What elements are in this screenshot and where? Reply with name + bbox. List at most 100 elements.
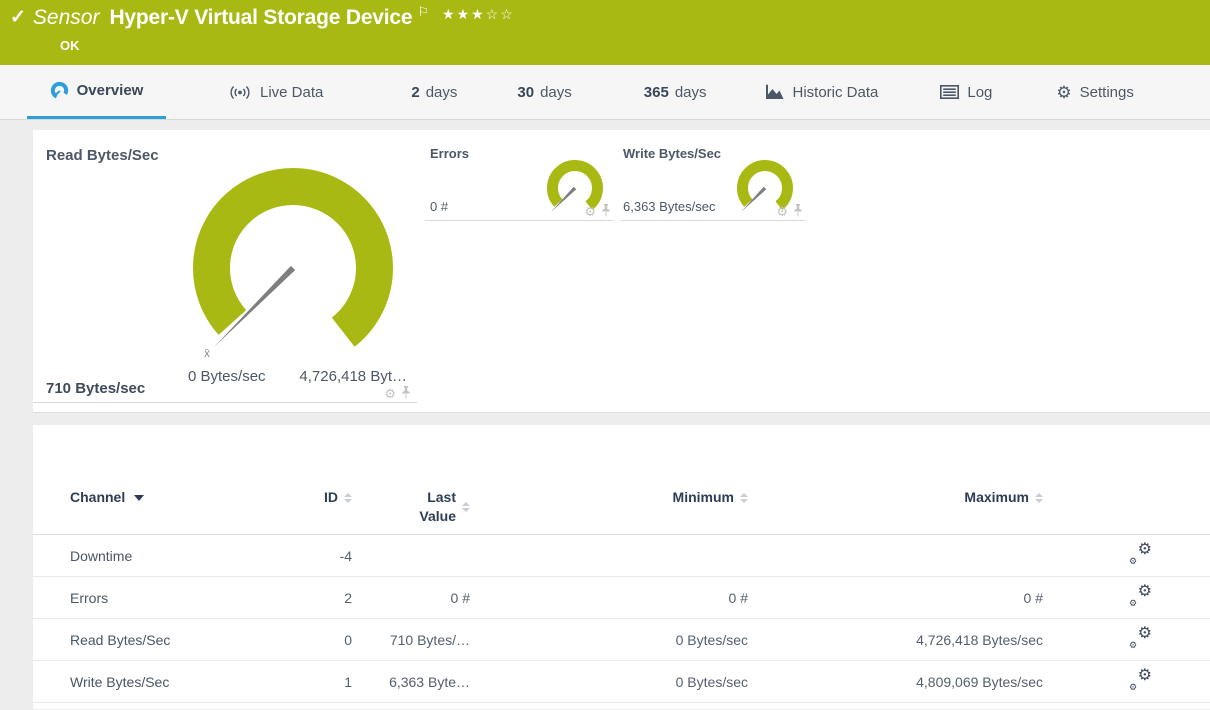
tab-overview-label: Overview — [76, 82, 144, 99]
channel-name[interactable]: Errors — [33, 576, 315, 619]
channel-gear-icon[interactable]: ⚙ — [584, 205, 596, 218]
status-ok-check-icon: ✓ — [10, 7, 26, 28]
table-row-write-bytes[interactable]: Write Bytes/Sec 1 6,363 Byte… 0 Bytes/se… — [33, 660, 1210, 703]
channel-minimum: 0 # — [470, 576, 748, 619]
sort-arrows-icon — [344, 493, 352, 504]
tab-30-days-number: 30 — [517, 83, 535, 101]
object-type-label: Sensor — [32, 6, 100, 29]
column-header-last-value-label: Last Value — [419, 489, 456, 524]
tab-live-data[interactable]: Live Data — [228, 65, 323, 119]
gauge-read-current-value: 710 Bytes/sec — [46, 380, 146, 397]
sensor-header: ✓ Sensor Hyper-V Virtual Storage Device … — [0, 0, 1210, 65]
tab-2-days-label: days — [425, 83, 458, 101]
table-row-downtime[interactable]: Downtime -4 ⚙ ⚙ — [33, 535, 1210, 577]
column-header-minimum[interactable]: Minimum — [470, 425, 748, 535]
sensor-title: Hyper-V Virtual Storage Device — [109, 6, 413, 29]
tab-365-days[interactable]: 365 days — [644, 65, 707, 119]
tab-log[interactable]: Log — [940, 65, 992, 119]
edit-channel-icon[interactable]: ⚙ ⚙ — [1129, 541, 1152, 565]
channel-minimum: 0 Bytes/sec — [470, 660, 748, 703]
overview-gauge-icon — [50, 81, 68, 100]
channel-maximum: 0 # — [748, 576, 1043, 619]
channel-table: Channel ID Last Value Minimum Maximum Do… — [33, 425, 1210, 703]
column-header-actions — [1043, 425, 1210, 535]
channel-name[interactable]: Downtime — [33, 535, 315, 577]
tab-30-days[interactable]: 30 days — [517, 65, 571, 119]
table-row-read-bytes[interactable]: Read Bytes/Sec 0 710 Bytes/… 0 Bytes/sec… — [33, 618, 1210, 661]
channel-table-panel: Channel ID Last Value Minimum Maximum Do… — [33, 425, 1210, 709]
column-header-minimum-label: Minimum — [672, 489, 734, 505]
channel-id: 0 — [315, 618, 352, 661]
channel-name[interactable]: Write Bytes/Sec — [33, 660, 315, 703]
gauges-panel: Read Bytes/Sec x̄ 0 Bytes/sec 4,726,418 … — [33, 130, 1210, 413]
sort-arrows-icon — [740, 493, 748, 504]
column-header-id[interactable]: ID — [315, 425, 352, 535]
column-header-maximum-label: Maximum — [964, 489, 1029, 505]
channel-last-value: 710 Bytes/… — [352, 618, 470, 661]
write-bytes-gauge-dial[interactable] — [727, 150, 803, 230]
gauge-read-bytes: Read Bytes/Sec x̄ 0 Bytes/sec 4,726,418 … — [33, 130, 417, 412]
tab-overview[interactable]: Overview — [27, 65, 166, 119]
tab-settings-label: Settings — [1079, 83, 1134, 101]
gauge-write-bytes: Write Bytes/Sec 6,363 Bytes/sec ⚙ — [621, 140, 805, 221]
tab-2-days[interactable]: 2 days — [411, 65, 457, 119]
table-row-errors[interactable]: Errors 2 0 # 0 # 0 # ⚙ ⚙ — [33, 576, 1210, 619]
channel-maximum — [748, 535, 1043, 577]
gauge-errors-current-value: 0 # — [430, 199, 449, 214]
read-bytes-gauge-dial[interactable] — [183, 156, 403, 386]
column-header-id-label: ID — [324, 489, 338, 505]
channel-minimum: 0 Bytes/sec — [470, 618, 748, 661]
pin-icon[interactable] — [601, 204, 611, 218]
live-data-icon — [230, 85, 250, 99]
gauge-errors: Errors 0 # ⚙ — [425, 140, 613, 221]
channel-minimum — [470, 535, 748, 577]
gauge-errors-title: Errors — [430, 146, 470, 161]
edit-channel-icon[interactable]: ⚙ ⚙ — [1129, 625, 1152, 649]
pin-icon[interactable] — [401, 386, 411, 400]
channel-name[interactable]: Read Bytes/Sec — [33, 618, 315, 661]
channel-maximum: 4,809,069 Bytes/sec — [748, 660, 1043, 703]
gauge-cell-divider — [33, 402, 417, 403]
pin-icon[interactable] — [793, 204, 803, 218]
log-icon — [940, 85, 960, 99]
tab-historic-data[interactable]: Historic Data — [765, 65, 879, 119]
gauge-write-title: Write Bytes/Sec — [623, 146, 722, 161]
sort-arrows-icon — [1035, 493, 1043, 504]
settings-gear-icon: ⚙ — [1056, 82, 1072, 102]
gauge-scale-min: 0 Bytes/sec — [188, 368, 266, 385]
historic-chart-icon — [765, 84, 783, 99]
tab-2-days-number: 2 — [411, 83, 420, 101]
tab-settings[interactable]: ⚙ Settings — [1056, 65, 1133, 119]
tab-30-days-label: days — [540, 83, 572, 101]
column-header-channel-label: Channel — [70, 489, 126, 505]
channel-gear-icon[interactable]: ⚙ — [384, 387, 396, 400]
tab-historic-data-label: Historic Data — [792, 83, 879, 101]
channel-last-value: 0 # — [352, 576, 470, 619]
tab-log-label: Log — [967, 83, 993, 101]
channel-last-value — [352, 535, 470, 577]
tab-bar: Overview Live Data 2 days 30 days 365 da… — [0, 65, 1210, 120]
channel-id: -4 — [339, 547, 352, 564]
edit-channel-icon[interactable]: ⚙ ⚙ — [1129, 583, 1152, 607]
channel-id: 2 — [315, 576, 352, 619]
channel-gear-icon[interactable]: ⚙ — [776, 205, 788, 218]
errors-gauge-dial[interactable] — [537, 150, 613, 230]
priority-stars[interactable]: ★★★☆☆ — [442, 4, 515, 24]
priority-flag-icon[interactable]: ⚐ — [417, 4, 429, 20]
tab-365-days-label: days — [674, 83, 707, 101]
tab-live-data-label: Live Data — [260, 83, 324, 101]
sort-arrows-icon — [462, 501, 470, 512]
gauge-write-current-value: 6,363 Bytes/sec — [623, 199, 716, 214]
status-badge: OK — [60, 38, 80, 53]
channel-maximum: 4,726,418 Bytes/sec — [748, 618, 1043, 661]
filter-caret-icon — [134, 495, 145, 502]
channel-id: 1 — [315, 660, 352, 703]
column-header-maximum[interactable]: Maximum — [748, 425, 1043, 535]
gauge-scale-max: 4,726,418 Byt… — [299, 368, 407, 385]
edit-channel-icon[interactable]: ⚙ ⚙ — [1129, 667, 1152, 691]
gauge-average-marker: x̄ — [204, 346, 210, 360]
tab-365-days-number: 365 — [643, 83, 669, 101]
column-header-last-value[interactable]: Last Value — [352, 425, 470, 535]
column-header-channel[interactable]: Channel — [33, 425, 315, 535]
gauge-read-title: Read Bytes/Sec — [46, 147, 159, 164]
